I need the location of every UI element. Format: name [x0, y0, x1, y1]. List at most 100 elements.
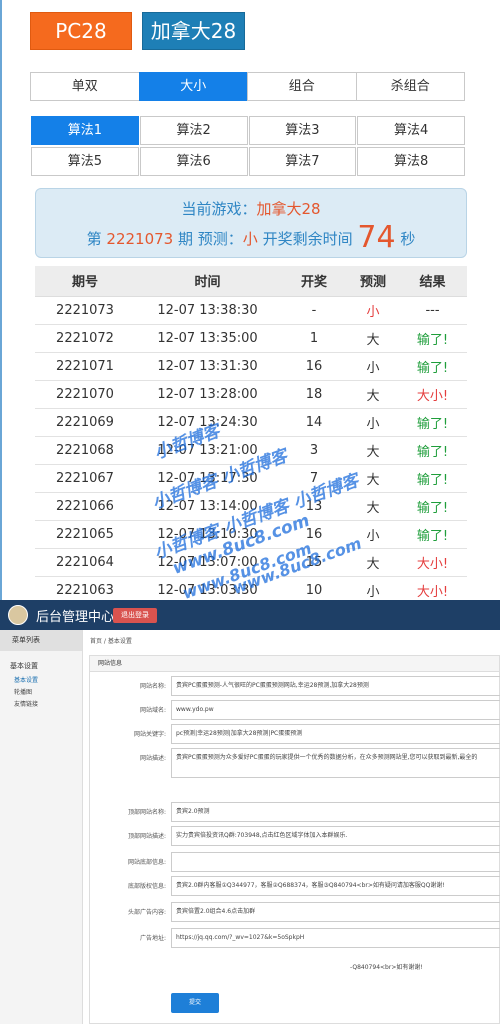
table-row: 2221066 12-07 13:14:00 13 大输了!: [35, 492, 467, 521]
algorithm-7-button[interactable]: 算法7: [248, 147, 357, 176]
cell-result: ---: [398, 296, 467, 325]
countdown-value: 74: [357, 220, 396, 255]
field-input[interactable]: pc预测|幸运28预测|加拿大28预测|PC蛋蛋预测: [171, 724, 500, 744]
field-input[interactable]: https://jq.qq.com/?_wv=1027&k=5oSpkpH: [171, 928, 500, 948]
admin-sidebar: 菜单列表 基本设置 基本设置 轮播图 友情链接: [0, 630, 83, 1024]
field-input[interactable]: 贵宾2.0预测: [171, 802, 500, 822]
cell-result: 输了!: [398, 492, 467, 521]
table-row: 2221071 12-07 13:31:30 16 小输了!: [35, 352, 467, 381]
cell-draw: 18: [280, 380, 348, 409]
cell-period: 2221065: [35, 520, 135, 549]
admin-avatar: [8, 605, 28, 625]
table-row: 2221067 12-07 13:17:30 7 大输了!: [35, 464, 467, 493]
sidebar-item-links[interactable]: 友情链接: [0, 699, 82, 711]
field-label: 网站关键字:: [133, 731, 166, 738]
cell-prediction: 大: [348, 380, 398, 409]
field-input[interactable]: [171, 852, 500, 872]
tab-pc28[interactable]: PC28: [30, 12, 132, 50]
cell-period: 2221070: [35, 380, 135, 409]
cell-draw: 1: [280, 324, 348, 353]
field-input[interactable]: 实力贵宾倍投资讯Q群:703948,点击红色区域字体加入本群娱乐.: [171, 826, 500, 846]
admin-panel: 后台管理中心 退出登录 菜单列表 基本设置 基本设置 轮播图 友情链接 首页 /…: [0, 600, 500, 1024]
field-label: 网站底部信息:: [127, 859, 166, 866]
prediction-info-box: 当前游戏：加拿大28 第 2221073 期 预测：小 开奖剩余时间 74 秒: [35, 188, 467, 258]
sidebar-item-carousel[interactable]: 轮播图: [0, 687, 82, 699]
cell-period: 2221073: [35, 296, 135, 325]
countdown-unit: 秒: [400, 230, 416, 248]
field-input[interactable]: 贵宾2.0群内客服①Q344977，客服②Q688374，客服③Q840794<…: [171, 876, 500, 896]
logout-button[interactable]: 退出登录: [113, 608, 157, 623]
admin-title: 后台管理中心: [36, 610, 115, 625]
cell-period: 2221067: [35, 464, 135, 493]
header-prediction: 预测: [348, 266, 398, 297]
submit-button[interactable]: 提交: [171, 993, 219, 1013]
field-label: 广告地址:: [139, 935, 166, 942]
cell-time: 12-07 13:38:30: [135, 296, 280, 325]
algorithm-3-button[interactable]: 算法3: [248, 116, 357, 145]
cell-period: 2221066: [35, 492, 135, 521]
field-input[interactable]: 贵宾PC蛋蛋预测为众多爱好PC蛋蛋的玩家提供一个优秀的数据分析，在众多预测网站里…: [171, 748, 500, 778]
prediction-line: 第 2221073 期 预测：小 开奖剩余时间 74 秒: [36, 220, 466, 255]
current-game-line: 当前游戏：加拿大28: [36, 198, 466, 219]
cell-result: 输了!: [398, 324, 467, 353]
cell-draw: 13: [280, 492, 348, 521]
cell-prediction: 大: [348, 436, 398, 465]
field-label: 网站描述:: [139, 755, 166, 762]
cell-draw: 16: [280, 520, 348, 549]
period-mid: 期 预测：: [178, 230, 243, 248]
cell-draw: 7: [280, 464, 348, 493]
algorithm-5-button[interactable]: 算法5: [31, 147, 139, 176]
tab-canada28[interactable]: 加拿大28: [142, 12, 245, 50]
table-header-row: 期号 时间 开奖 预测 结果: [35, 266, 467, 297]
sidebar-section-basic[interactable]: 基本设置: [0, 657, 82, 675]
table-row: 2221068 12-07 13:21:00 3 大输了!: [35, 436, 467, 465]
tab-odd-even[interactable]: 单双: [30, 72, 140, 101]
field-label: 网站名称:: [139, 683, 166, 690]
overflow-text: -Q840794<br>如有谢谢!: [350, 964, 423, 971]
algorithm-4-button[interactable]: 算法4: [357, 116, 465, 145]
cell-time: 12-07 13:24:30: [135, 408, 280, 437]
cell-draw: 15: [280, 548, 348, 577]
algorithm-2-button[interactable]: 算法2: [139, 116, 248, 145]
results-table: 期号 时间 开奖 预测 结果 2221073 12-07 13:38:30- 小 --…: [35, 266, 467, 605]
current-period: 2221073: [106, 230, 174, 248]
cell-result: 输了!: [398, 436, 467, 465]
field-label: 顶部网站描述:: [127, 833, 166, 840]
cell-time: 12-07 13:28:00: [135, 380, 280, 409]
cell-prediction: 大: [348, 548, 398, 577]
cell-result: 输了!: [398, 464, 467, 493]
admin-header: 后台管理中心 退出登录: [0, 600, 500, 630]
cell-time: 12-07 13:35:00: [135, 324, 280, 353]
cell-period: 2221068: [35, 436, 135, 465]
cell-period: 2221069: [35, 408, 135, 437]
field-label: 头部广告内容:: [127, 909, 166, 916]
countdown-label: 开奖剩余时间: [262, 230, 353, 248]
algorithm-8-button[interactable]: 算法8: [357, 147, 465, 176]
header-period: 期号: [35, 266, 135, 297]
field-label: 底部版权信息:: [127, 883, 166, 890]
table-row: 2221072 12-07 13:35:00 1 大输了!: [35, 324, 467, 353]
tab-big-small[interactable]: 大小: [138, 72, 248, 101]
tab-combo[interactable]: 组合: [247, 72, 357, 101]
table-body: 2221073 12-07 13:38:30- 小 --- 2221072 12-07 1…: [35, 296, 467, 605]
cell-period: 2221064: [35, 548, 135, 577]
cell-prediction: 小: [348, 352, 398, 381]
algorithm-6-button[interactable]: 算法6: [139, 147, 248, 176]
sidebar-item-basic-settings[interactable]: 基本设置: [0, 675, 82, 687]
field-input[interactable]: www.ydo.pw: [171, 700, 500, 720]
cell-period: 2221072: [35, 324, 135, 353]
tab-kill-combo[interactable]: 杀组合: [355, 72, 465, 101]
algorithm-1-button[interactable]: 算法1: [31, 116, 139, 145]
cell-result: 输了!: [398, 408, 467, 437]
cell-time: 12-07 13:10:30: [135, 520, 280, 549]
cell-result: 大小!: [398, 548, 467, 577]
menu-header: 菜单列表: [0, 630, 82, 651]
cell-draw: 16: [280, 352, 348, 381]
field-input[interactable]: 贵宾PC蛋蛋预测-人气很旺的PC蛋蛋预测网站,幸运28预测,加拿大28预测: [171, 676, 500, 696]
cell-result: 大小!: [398, 380, 467, 409]
cell-result: 输了!: [398, 520, 467, 549]
field-input[interactable]: 贵宾倍置2.0组合4.6点击加群: [171, 902, 500, 922]
table-row: 2221064 12-07 13:07:00 15 大大小!: [35, 548, 467, 577]
field-label: 网站域名:: [139, 707, 166, 714]
table-row: 2221070 12-07 13:28:00 18 大大小!: [35, 380, 467, 409]
